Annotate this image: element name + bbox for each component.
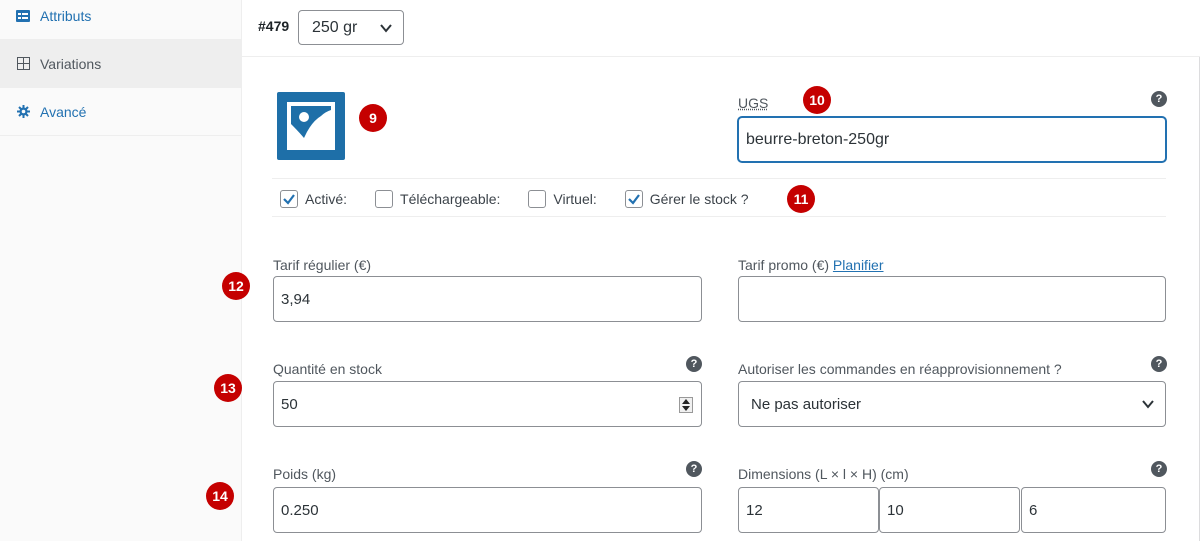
annotation-badge-13: 13 — [214, 374, 242, 402]
help-icon[interactable]: ? — [686, 461, 702, 477]
weight-label: Poids (kg) — [273, 466, 337, 482]
checkbox-box[interactable] — [375, 190, 394, 208]
sale-price-label-text: Tarif promo (€) — [738, 257, 830, 273]
dimensions-label: Dimensions (L × l × H) (cm) — [738, 466, 909, 482]
sidebar-item-label: Avancé — [40, 103, 87, 120]
increment-icon[interactable] — [682, 399, 690, 404]
sidebar-item-label: Attributs — [40, 7, 92, 24]
width-value: 10 — [887, 501, 904, 519]
annotation-badge-12: 12 — [222, 272, 250, 300]
checkbox-box[interactable] — [528, 190, 547, 208]
help-icon[interactable]: ? — [1151, 91, 1167, 107]
width-input[interactable]: 10 — [879, 487, 1020, 533]
sidebar-item-label: Variations — [40, 55, 102, 72]
checkbox-label: Virtuel: — [553, 191, 597, 207]
check-icon — [283, 194, 295, 205]
variation-attribute-select[interactable]: 250 gr — [298, 10, 404, 45]
variation-id: #479 — [258, 18, 290, 34]
sidebar-item-variations[interactable]: Variations — [0, 40, 241, 88]
check-icon — [627, 194, 640, 205]
sidebar-item-attributs[interactable]: Attributs — [0, 0, 241, 40]
stock-qty-value: 50 — [281, 395, 298, 413]
height-value: 6 — [1029, 501, 1038, 519]
image-placeholder-icon — [287, 102, 335, 150]
help-icon[interactable]: ? — [1151, 461, 1167, 477]
length-input[interactable]: 12 — [738, 487, 879, 533]
height-input[interactable]: 6 — [1021, 487, 1166, 533]
weight-input[interactable]: 0.250 — [273, 487, 702, 533]
variation-image-button[interactable] — [277, 92, 345, 160]
sku-value: beurre-breton-250gr — [746, 130, 890, 148]
regular-price-input[interactable]: 3,94 — [273, 276, 702, 322]
variation-panel: #479 250 gr 9 UGS 10 ? beurre-breton-250… — [206, 0, 1200, 541]
downloadable-checkbox[interactable]: Téléchargeable: — [375, 190, 500, 208]
stock-qty-label: Quantité en stock — [273, 361, 382, 377]
list-icon — [16, 9, 30, 23]
variation-options: Activé: Téléchargeable: Virtuel: Gérer l… — [280, 186, 763, 212]
chevron-down-icon — [379, 21, 393, 40]
variation-header: #479 250 gr — [242, 0, 1200, 57]
annotation-badge-10: 10 — [803, 86, 831, 114]
checkbox-label: Gérer le stock ? — [649, 191, 749, 207]
sidebar: Attributs Variations Avancé — [0, 0, 242, 541]
manage-stock-checkbox[interactable]: Gérer le stock ? — [624, 190, 749, 208]
chevron-down-icon — [1141, 397, 1155, 415]
sku-input[interactable]: beurre-breton-250gr — [738, 117, 1166, 162]
regular-price-label: Tarif régulier (€) — [273, 257, 372, 273]
number-spinner[interactable] — [679, 397, 693, 413]
sale-price-input[interactable] — [738, 276, 1166, 322]
gear-icon — [16, 105, 30, 119]
checkbox-box[interactable] — [624, 190, 643, 208]
schedule-link[interactable]: Planifier — [833, 257, 884, 273]
divider — [272, 178, 1166, 179]
regular-price-value: 3,94 — [281, 290, 311, 308]
sidebar-item-avance[interactable]: Avancé — [0, 88, 241, 136]
sale-price-label: Tarif promo (€) Planifier — [738, 257, 884, 273]
backorders-value: Ne pas autoriser — [751, 395, 862, 413]
weight-value: 0.250 — [281, 501, 319, 519]
length-value: 12 — [746, 501, 763, 519]
decrement-icon[interactable] — [682, 406, 690, 411]
help-icon[interactable]: ? — [686, 356, 702, 372]
backorders-label: Autoriser les commandes en réapprovision… — [738, 361, 1062, 377]
sku-label: UGS — [738, 95, 769, 111]
checkbox-label: Activé: — [305, 191, 348, 207]
help-icon[interactable]: ? — [1151, 356, 1167, 372]
checkbox-box[interactable] — [280, 190, 298, 208]
annotation-badge-14: 14 — [206, 482, 234, 510]
backorders-select[interactable]: Ne pas autoriser — [738, 381, 1166, 427]
checkbox-label: Téléchargeable: — [400, 191, 501, 207]
annotation-badge-11: 11 — [787, 185, 815, 213]
stock-qty-input[interactable]: 50 — [273, 381, 702, 427]
virtual-checkbox[interactable]: Virtuel: — [528, 190, 597, 208]
divider — [272, 216, 1166, 217]
enabled-checkbox[interactable]: Activé: — [280, 190, 347, 208]
grid-icon — [16, 57, 30, 71]
annotation-badge-9: 9 — [359, 104, 387, 132]
variation-attribute-value: 250 gr — [312, 18, 358, 36]
